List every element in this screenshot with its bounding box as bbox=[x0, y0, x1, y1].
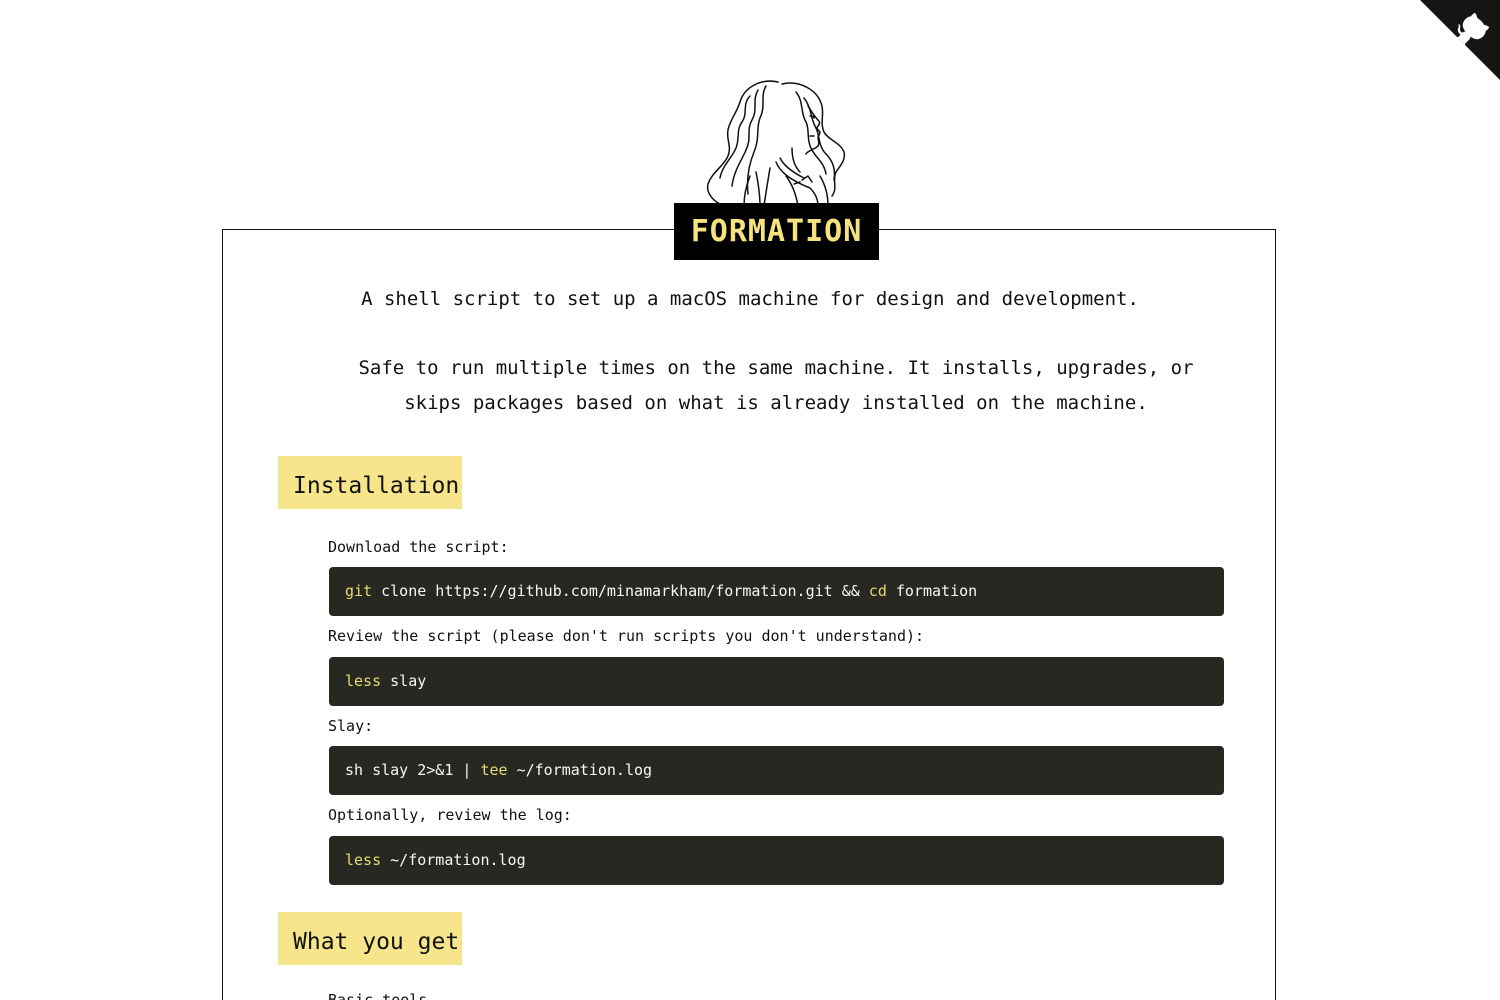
code-text: formation bbox=[886, 582, 978, 600]
code-text: ~/formation.log bbox=[381, 851, 526, 869]
code-keyword: git bbox=[345, 582, 373, 600]
code-block-log[interactable]: less ~/formation.log bbox=[329, 836, 1224, 885]
code-block-review[interactable]: less slay bbox=[329, 657, 1224, 706]
code-block-download[interactable]: git clone https://github.com/minamarkham… bbox=[329, 567, 1224, 616]
step-label-log: Optionally, review the log: bbox=[328, 806, 572, 824]
woman-illustration bbox=[700, 76, 852, 208]
code-text: sh slay 2>&1 | bbox=[345, 761, 481, 779]
what-you-get-heading: What you get bbox=[278, 912, 462, 965]
code-keyword: cd bbox=[868, 582, 887, 600]
code-block-slay[interactable]: sh slay 2>&1 | tee ~/formation.log bbox=[329, 746, 1224, 795]
page: FORMATION A shell script to set up a mac… bbox=[0, 0, 1500, 1000]
code-text: ~/formation.log bbox=[507, 761, 653, 779]
step-label-review: Review the script (please don't run scri… bbox=[328, 627, 925, 645]
step-label-slay: Slay: bbox=[328, 717, 374, 735]
step-label-download: Download the script: bbox=[328, 538, 509, 556]
description: Safe to run multiple times on the same m… bbox=[358, 357, 1194, 414]
basic-tools-label: Basic tools bbox=[328, 991, 428, 1000]
github-octocat-icon bbox=[1420, 0, 1500, 80]
github-corner-link[interactable] bbox=[1420, 0, 1500, 80]
site-title: FORMATION bbox=[674, 203, 879, 260]
code-keyword: less bbox=[345, 672, 382, 690]
code-keyword: tee bbox=[480, 761, 508, 779]
code-keyword: less bbox=[345, 851, 382, 869]
code-text: slay bbox=[381, 672, 427, 690]
installation-heading: Installation bbox=[278, 456, 462, 509]
tagline: A shell script to set up a macOS machine… bbox=[361, 288, 1139, 310]
code-text: clone https://github.com/minamarkham/for… bbox=[372, 582, 869, 600]
